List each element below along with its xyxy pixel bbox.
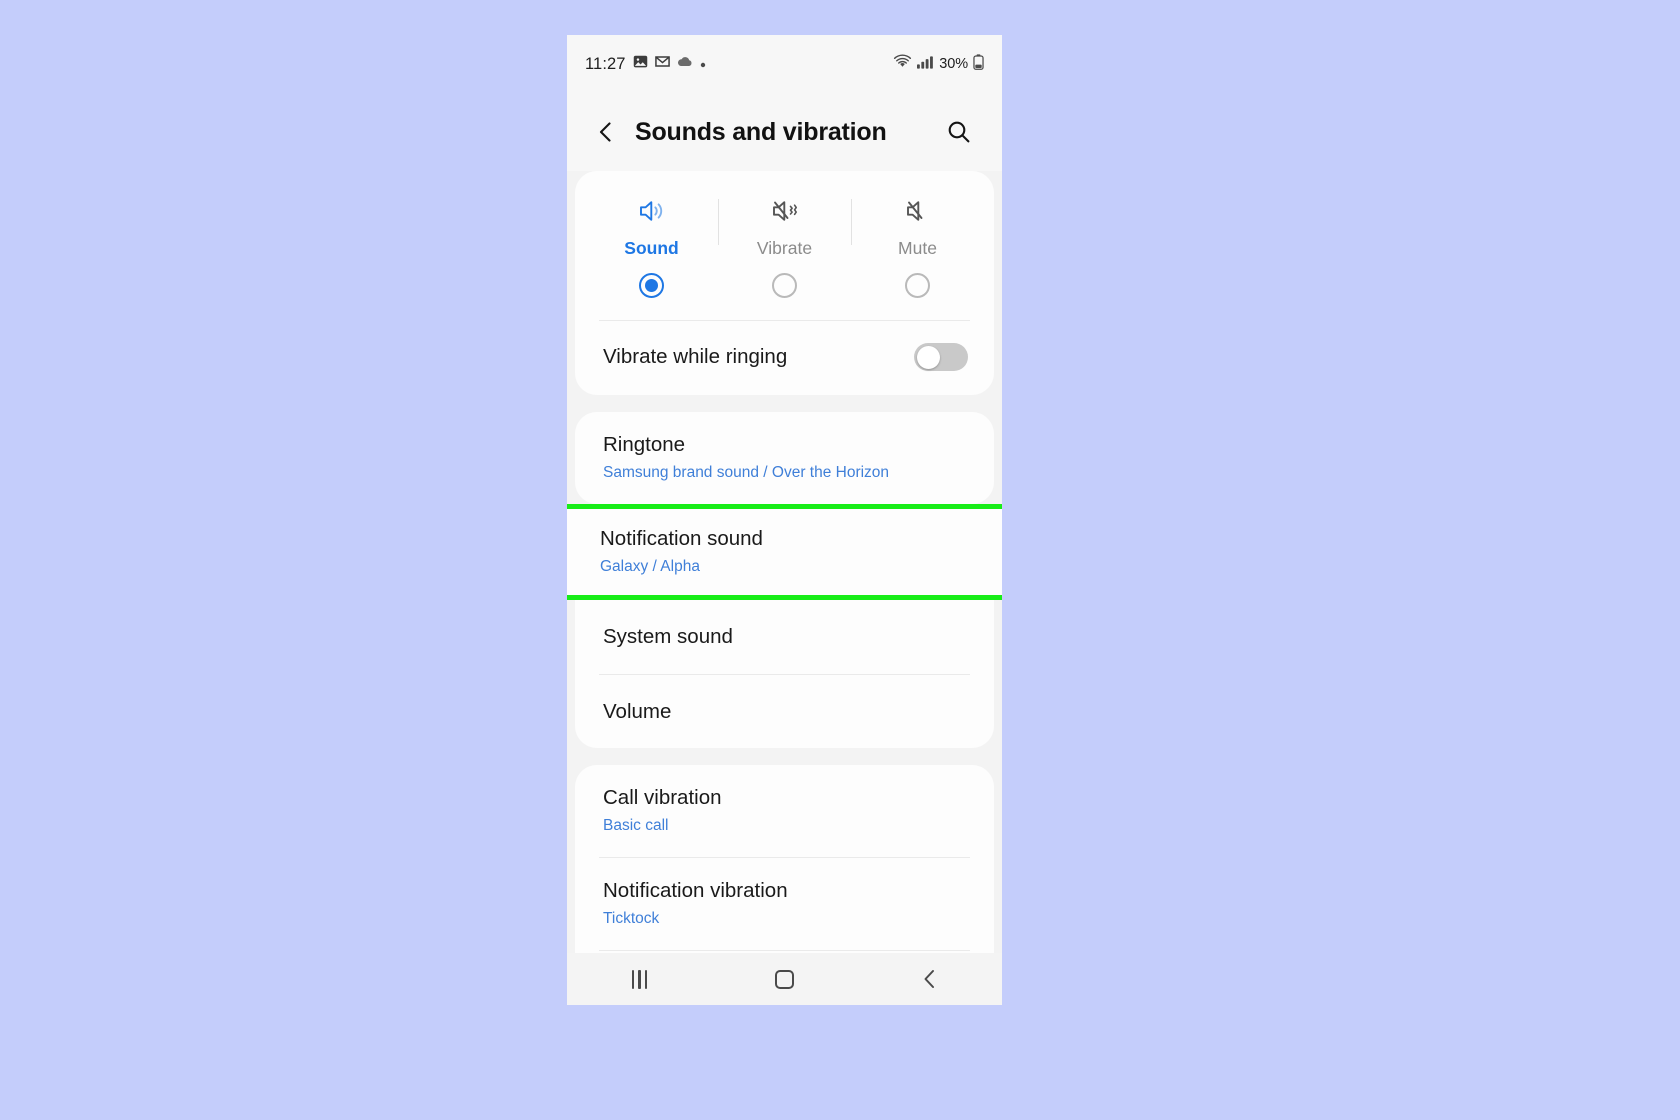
row-volume[interactable]: Volume [575, 675, 994, 749]
notification-sound-highlight-box: Notification sound Galaxy / Alpha [567, 504, 1002, 600]
search-icon[interactable] [942, 115, 976, 149]
nav-back-icon[interactable] [895, 959, 965, 999]
row-notification-sound[interactable]: Notification sound Galaxy / Alpha [567, 509, 1002, 595]
dot-icon [700, 55, 706, 73]
phone-screenshot-panel: 11:27 30% Sounds and vibration Sound Vib… [567, 35, 1002, 1005]
row-subtitle: Galaxy / Alpha [600, 557, 700, 575]
battery-percentage-label: 30% [939, 56, 968, 72]
row-title: Notification sound [600, 527, 763, 550]
vibrate-while-ringing-label: Vibrate while ringing [603, 345, 788, 368]
radio-indicator [905, 273, 930, 298]
mode-option-vibrate[interactable]: Vibrate [718, 193, 851, 259]
wifi-icon [893, 54, 912, 74]
speaker-vibrate-icon [770, 193, 800, 229]
vibrate-while-ringing-row[interactable]: Vibrate while ringing [575, 321, 994, 395]
status-bar-right: 30% [893, 53, 984, 75]
gmail-icon [654, 54, 670, 74]
mode-option-label: Vibrate [756, 238, 813, 258]
sounds-group-card: Ringtone Samsung brand sound / Over the … [575, 412, 994, 504]
row-title: Volume [603, 699, 672, 723]
status-bar-left: 11:27 [585, 54, 706, 74]
page-title: Sounds and vibration [635, 117, 887, 146]
row-notification-vibration[interactable]: Notification vibration Ticktock [575, 858, 994, 950]
radio-indicator [772, 273, 797, 298]
sound-mode-card: Sound Vibrate Mute Vibrate while ringing [575, 171, 994, 395]
row-subtitle: Samsung brand sound / Over the Horizon [603, 463, 890, 481]
sounds-group-card-lower: System sound Volume [575, 600, 994, 749]
chevron-left-icon[interactable] [589, 115, 623, 149]
screenshot-canvas: 11:27 30% Sounds and vibration Sound Vib… [0, 0, 1680, 1120]
radio-indicator [639, 273, 664, 298]
row-title: Notification vibration [603, 879, 788, 903]
status-bar-clock: 11:27 [585, 54, 626, 73]
mode-option-sound[interactable]: Sound [585, 193, 718, 259]
row-call-vibration[interactable]: Call vibration Basic call [575, 765, 994, 857]
recents-icon[interactable] [605, 959, 675, 999]
cellular-signal-icon [917, 55, 934, 74]
row-ringtone[interactable]: Ringtone Samsung brand sound / Over the … [575, 412, 994, 504]
row-system-sound[interactable]: System sound [575, 600, 994, 674]
mode-option-mute[interactable]: Mute [851, 193, 984, 259]
status-bar: 11:27 30% [567, 35, 1002, 93]
row-title: Ringtone [603, 433, 686, 456]
row-title: System sound [603, 625, 733, 648]
speaker-mute-icon [903, 193, 933, 229]
sound-mode-selector: Sound Vibrate Mute [575, 171, 994, 265]
toggle-knob [917, 345, 940, 369]
row-subtitle: Ticktock [603, 909, 660, 927]
speaker-on-icon [637, 193, 667, 229]
row-subtitle: Basic call [603, 816, 669, 834]
cloud-icon [677, 55, 693, 73]
home-icon[interactable] [750, 959, 820, 999]
app-header: Sounds and vibration [567, 93, 1002, 171]
vibration-group-card: Call vibration Basic call Notification v… [575, 765, 994, 953]
row-title: Call vibration [603, 786, 722, 810]
photo-icon [633, 54, 648, 74]
radio-vibrate[interactable] [718, 273, 851, 298]
mode-option-label: Sound [624, 238, 679, 258]
notification-sound-highlight-wrapper: Notification sound Galaxy / Alpha [567, 504, 1002, 600]
android-navigation-bar [567, 953, 1002, 1005]
settings-scroll-body[interactable]: Sound Vibrate Mute Vibrate while ringing… [567, 171, 1002, 953]
vibrate-while-ringing-toggle[interactable] [914, 343, 968, 371]
radio-sound[interactable] [585, 273, 718, 298]
battery-icon [973, 53, 984, 75]
sound-mode-radio-group [575, 265, 994, 320]
radio-mute[interactable] [851, 273, 984, 298]
row-partially-visible[interactable] [575, 951, 994, 953]
mode-option-label: Mute [898, 238, 937, 258]
